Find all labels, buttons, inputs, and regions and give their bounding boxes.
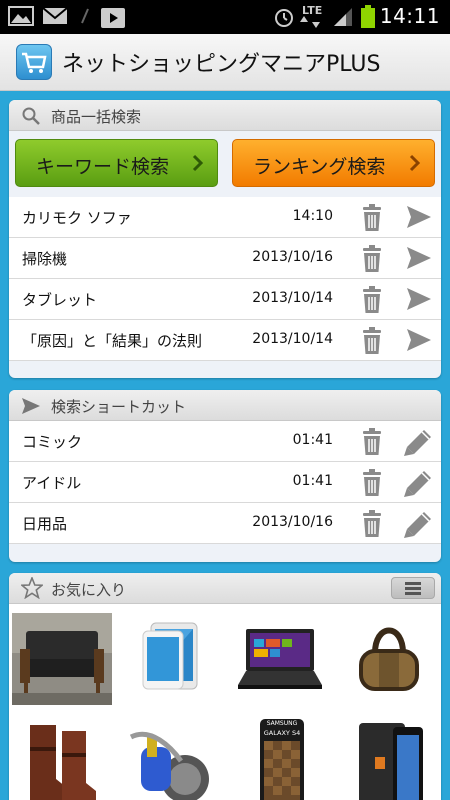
ranking-search-label: ランキング検索 [253, 156, 386, 178]
play-store-icon [100, 5, 126, 29]
shortcut-panel: 検索ショートカット コミック 01:41 アイドル 01:41 日用品 2013… [9, 390, 441, 562]
send-icon[interactable] [405, 286, 433, 316]
search-history-row[interactable]: タブレット 2013/10/14 [9, 279, 441, 320]
send-icon[interactable] [405, 245, 433, 275]
ranking-search-button[interactable]: ランキング検索 [232, 139, 435, 187]
pencil-icon[interactable] [403, 510, 433, 542]
favorite-item-vacuum[interactable] [121, 717, 221, 800]
battery-icon [360, 5, 376, 29]
search-history-date: 2013/10/16 [252, 249, 333, 265]
favorite-item-laptop[interactable] [230, 613, 330, 705]
image-notification-icon [8, 5, 34, 27]
search-history-date: 14:10 [292, 208, 333, 224]
search-icon [21, 106, 41, 130]
shortcut-date: 01:41 [292, 432, 333, 448]
trash-icon[interactable] [361, 469, 383, 501]
search-history-label: 「原因」と「結果」の法則 [22, 332, 203, 350]
shortcut-row[interactable]: 日用品 2013/10/16 [9, 503, 441, 544]
shortcut-label: コミック [22, 433, 83, 451]
signal-strength-icon [332, 5, 354, 27]
chevron-right-icon [408, 153, 422, 178]
search-panel-title: 商品一括検索 [51, 108, 142, 126]
search-history-row[interactable]: 「原因」と「結果」の法則 2013/10/14 [9, 320, 441, 361]
trash-icon[interactable] [361, 327, 383, 359]
app-title: ネットショッピングマニアPLUS [62, 52, 381, 77]
search-history-list: カリモク ソファ 14:10 掃除機 2013/10/16 タブレット 2013… [9, 197, 441, 361]
pencil-icon[interactable] [403, 428, 433, 460]
shortcut-label: 日用品 [22, 515, 68, 533]
star-icon [19, 575, 45, 603]
shortcut-row[interactable]: アイドル 01:41 [9, 462, 441, 503]
trash-icon[interactable] [361, 428, 383, 460]
search-history-label: タブレット [22, 291, 98, 309]
favorite-item-sofa[interactable] [12, 613, 112, 705]
clock: 14:11 [379, 4, 440, 28]
favorite-item-smartphone[interactable] [339, 717, 439, 800]
chevron-right-icon [191, 153, 205, 178]
shortcut-date: 01:41 [292, 473, 333, 489]
favorites-panel-title: お気に入り [51, 581, 127, 599]
favorite-item-phone-case[interactable]: SAMSUNG GALAXY S4 [230, 717, 330, 800]
favorite-item-handbag[interactable] [339, 613, 439, 705]
favorite-item-boots[interactable] [12, 717, 112, 800]
search-history-date: 2013/10/14 [252, 331, 333, 347]
phone-model-label: GALAXY S4 [263, 729, 301, 737]
shortcut-list: コミック 01:41 アイドル 01:41 日用品 2013/10/16 [9, 421, 441, 544]
trash-icon[interactable] [361, 510, 383, 542]
search-history-date: 2013/10/14 [252, 290, 333, 306]
keyword-search-button[interactable]: キーワード検索 [15, 139, 218, 187]
favorite-item-tablet[interactable] [121, 613, 221, 705]
send-icon [21, 396, 41, 420]
search-history-label: 掃除機 [22, 250, 68, 268]
shortcut-panel-title: 検索ショートカット [51, 398, 187, 416]
favorites-panel-header: お気に入り [9, 573, 441, 604]
trash-icon[interactable] [361, 286, 383, 318]
search-panel: 商品一括検索 キーワード検索 ランキング検索 カリモク ソファ 14:10 掃除… [9, 100, 441, 378]
keyword-search-label: キーワード検索 [36, 156, 170, 178]
shortcut-panel-header: 検索ショートカット [9, 390, 441, 421]
search-history-row[interactable]: カリモク ソファ 14:10 [9, 197, 441, 238]
send-icon[interactable] [405, 204, 433, 234]
search-buttons: キーワード検索 ランキング検索 [9, 131, 441, 197]
phone-brand-label: SAMSUNG [266, 720, 298, 727]
favorites-grid: SAMSUNG GALAXY S4 [9, 604, 441, 800]
status-bar: LTE 14:11 [0, 0, 450, 34]
app-bar: ネットショッピングマニアPLUS [0, 34, 450, 91]
no-signal-icon [78, 5, 92, 27]
send-icon[interactable] [405, 327, 433, 357]
shortcut-row[interactable]: コミック 01:41 [9, 421, 441, 462]
cart-icon[interactable] [16, 44, 52, 80]
shortcut-date: 2013/10/16 [252, 514, 333, 530]
pencil-icon[interactable] [403, 469, 433, 501]
search-history-row[interactable]: 掃除機 2013/10/16 [9, 238, 441, 279]
list-view-button[interactable] [391, 577, 435, 599]
data-arrows-icon [300, 16, 324, 28]
favorites-panel: お気に入り SAMSUNG GALAXY S4 [9, 573, 441, 800]
shortcut-label: アイドル [22, 474, 82, 492]
alarm-icon [272, 5, 296, 29]
trash-icon[interactable] [361, 204, 383, 236]
search-history-label: カリモク ソファ [22, 209, 132, 227]
gmail-icon [42, 5, 68, 27]
search-panel-header: 商品一括検索 [9, 100, 441, 131]
trash-icon[interactable] [361, 245, 383, 277]
